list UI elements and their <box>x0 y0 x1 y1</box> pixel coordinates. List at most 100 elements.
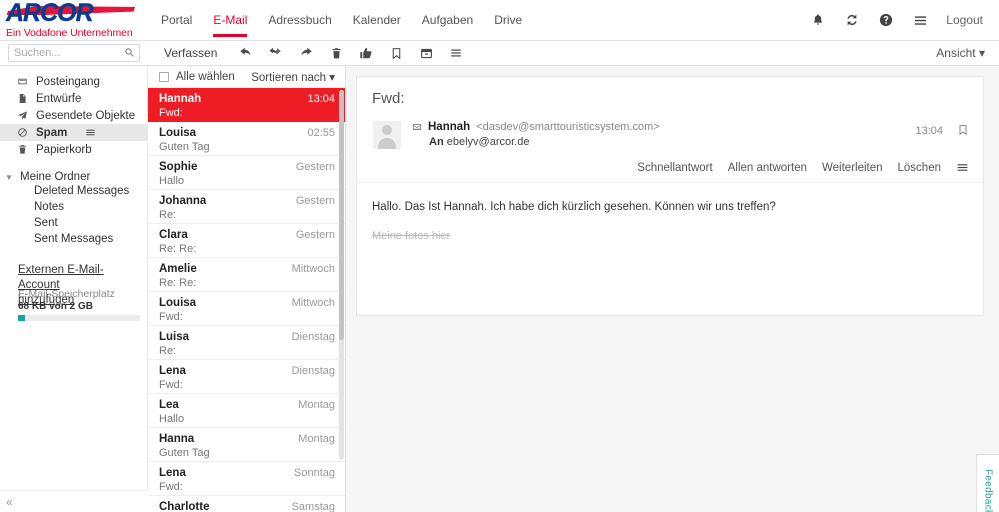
attachment-link[interactable]: Meine fotos hier <box>372 228 450 245</box>
message-row-5[interactable]: Amelie Mittwoch Re: Re: <box>148 258 345 292</box>
recipient-label: An <box>429 136 444 148</box>
message-row-1[interactable]: Louisa 02:55 Guten Tag <box>148 122 345 156</box>
sort-by-label: Sortieren nach <box>251 71 327 84</box>
folder-options-icon[interactable] <box>85 127 96 138</box>
quick-reply-button[interactable]: Schnellantwort <box>637 162 712 174</box>
sidebar-item-posteingang[interactable]: Posteingang <box>0 73 147 90</box>
message-subject: Re: <box>159 345 177 357</box>
message-sender: Lena <box>159 467 186 479</box>
feedback-label: Feedback <box>982 468 994 512</box>
reply-all-button[interactable]: Allen antworten <box>728 162 807 174</box>
message-time: Gestern <box>295 229 335 241</box>
message-time: 02:55 <box>307 127 335 139</box>
delete-icon[interactable] <box>321 42 351 64</box>
archive-icon[interactable] <box>411 42 441 64</box>
sidebar-item-deleted-messages[interactable]: Deleted Messages <box>0 183 147 199</box>
forward-button[interactable]: Weiterleiten <box>822 162 883 174</box>
sidebar: Posteingang Entwürfe Gesendete Objekte S… <box>0 66 148 512</box>
brand-logo[interactable]: ARCOR Ein Vodafone Unternehmen <box>0 0 148 40</box>
reading-pane: Fwd: Hannah <dasdev@smarttouristicsystem… <box>346 66 999 512</box>
reply-all-icon[interactable] <box>261 42 291 64</box>
message-time: Dienstag <box>291 365 335 377</box>
message-sender: Johanna <box>159 195 207 207</box>
message-list-pane: Alle wählen Sortieren nach ▾ Hannah 13:0… <box>148 66 346 512</box>
refresh-icon[interactable] <box>844 12 860 28</box>
message-subject: Fwd: <box>159 379 183 391</box>
nav-item-kalender[interactable]: Kalender <box>353 13 401 37</box>
message-time: Mittwoch <box>291 297 335 309</box>
my-folders-toggle[interactable]: ▼ Meine Ordner <box>0 171 147 183</box>
message-sender: Clara <box>159 229 188 241</box>
nav-item-drive[interactable]: Drive <box>494 13 522 37</box>
collapse-sidebar-button[interactable]: « <box>0 490 148 512</box>
nav-item-portal[interactable]: Portal <box>161 13 192 37</box>
message-list-scroll[interactable]: Hannah 13:04 Fwd: Louisa 02:55 Guten Tag… <box>148 88 345 512</box>
compose-button[interactable]: Verfassen <box>158 46 231 60</box>
sender-name: Hannah <box>428 121 471 133</box>
top-header: ARCOR Ein Vodafone Unternehmen Portal E-… <box>0 0 999 41</box>
select-all-label: Alle wählen <box>176 70 235 83</box>
storage-widget: E-Mail-Speicherplatz 68 KB von 2 GB <box>18 288 140 321</box>
sidebar-item-sent-messages[interactable]: Sent Messages <box>0 231 147 247</box>
more-menu-icon[interactable] <box>441 42 471 64</box>
message-subject: Guten Tag <box>159 141 210 153</box>
sidebar-item-spam[interactable]: Spam <box>0 124 147 141</box>
message-row-3[interactable]: Johanna Gestern Re: <box>148 190 345 224</box>
sidebar-item-notes[interactable]: Notes <box>0 199 147 215</box>
nav-item-email[interactable]: E-Mail <box>213 13 248 37</box>
main-body: Posteingang Entwürfe Gesendete Objekte S… <box>0 66 999 512</box>
message-row-6[interactable]: Louisa Mittwoch Fwd: <box>148 292 345 326</box>
message-sender: Luisa <box>159 331 190 343</box>
select-all-checkbox[interactable] <box>159 71 169 82</box>
message-row-0[interactable]: Hannah 13:04 Fwd: <box>148 88 345 122</box>
sidebar-item-gesendete-objekte[interactable]: Gesendete Objekte <box>0 107 147 124</box>
spam-thumb-icon[interactable] <box>351 42 381 64</box>
envelope-icon <box>412 122 422 132</box>
message-card: Fwd: Hannah <dasdev@smarttouristicsystem… <box>356 76 984 316</box>
view-dropdown[interactable]: Ansicht ▾ <box>936 46 999 60</box>
message-list-header: Alle wählen Sortieren nach ▾ <box>148 66 345 88</box>
message-subject: Hallo <box>159 413 185 425</box>
select-all-control[interactable]: Alle wählen <box>159 71 235 83</box>
delete-button[interactable]: Löschen <box>898 162 941 174</box>
sidebar-item-sent[interactable]: Sent <box>0 215 147 231</box>
message-row-9[interactable]: Lea Montag Hallo <box>148 394 345 428</box>
message-row-2[interactable]: Sophie Gestern Hallo <box>148 156 345 190</box>
webmail-app: ARCOR Ein Vodafone Unternehmen Portal E-… <box>0 0 999 512</box>
message-subject: Hallo <box>159 175 185 187</box>
message-time: Sonntag <box>294 467 335 479</box>
logo-tagline: Ein Vodafone Unternehmen <box>6 27 133 39</box>
help-icon[interactable] <box>878 12 894 28</box>
sidebar-item-entwuerfe[interactable]: Entwürfe <box>0 90 147 107</box>
header-icon-group: Logout <box>810 0 999 40</box>
message-row-4[interactable]: Clara Gestern Re: Re: <box>148 224 345 258</box>
reply-icon[interactable] <box>231 42 261 64</box>
feedback-tab[interactable]: Feedback <box>976 454 999 512</box>
message-time: Gestern <box>295 195 335 207</box>
more-menu-icon[interactable] <box>956 161 969 174</box>
message-row-7[interactable]: Luisa Dienstag Re: <box>148 326 345 360</box>
sidebar-item-papierkorb[interactable]: Papierkorb <box>0 141 147 158</box>
bell-icon[interactable] <box>810 12 826 28</box>
search-icon[interactable] <box>124 47 135 61</box>
message-row-11[interactable]: Lena Sonntag Fwd: <box>148 462 345 496</box>
nav-item-aufgaben[interactable]: Aufgaben <box>422 13 473 37</box>
bookmark-icon[interactable] <box>957 124 969 139</box>
logout-button[interactable]: Logout <box>946 13 983 27</box>
message-sender: Sophie <box>159 161 198 173</box>
menu-icon[interactable] <box>912 12 928 28</box>
storage-label: E-Mail-Speicherplatz <box>18 288 115 300</box>
forward-icon[interactable] <box>291 42 321 64</box>
message-row-12[interactable]: Charlotte Samstag <box>148 496 345 512</box>
recipient-address: ebelyv@arcor.de <box>446 136 530 148</box>
message-row-8[interactable]: Lena Dienstag Fwd: <box>148 360 345 394</box>
search-input[interactable] <box>8 44 140 62</box>
sort-by-dropdown[interactable]: Sortieren nach ▾ <box>251 70 335 84</box>
message-list-scrollbar-thumb[interactable] <box>339 90 344 340</box>
draft-icon <box>16 93 28 104</box>
storage-bar <box>18 315 140 321</box>
nav-item-adressbuch[interactable]: Adressbuch <box>268 13 331 37</box>
bookmark-icon[interactable] <box>381 42 411 64</box>
message-row-10[interactable]: Hanna Montag Guten Tag <box>148 428 345 462</box>
message-subject: Re: Re: <box>159 277 197 289</box>
